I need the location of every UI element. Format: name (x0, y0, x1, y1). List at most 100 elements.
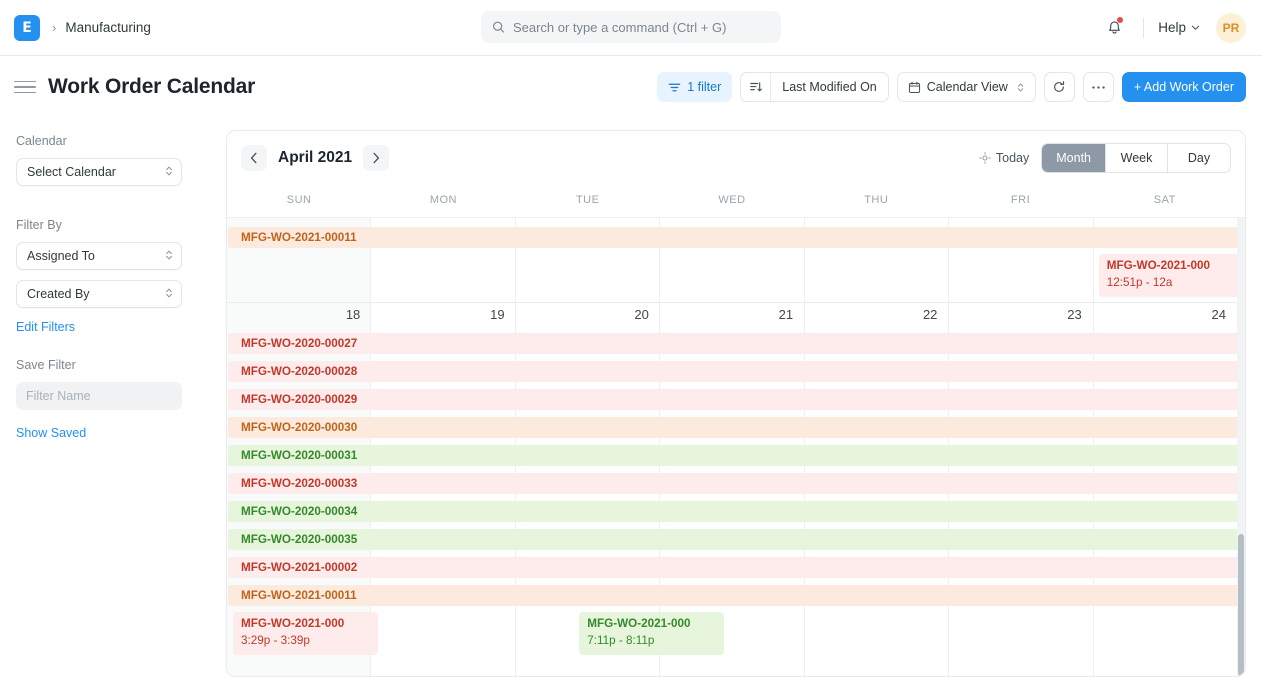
date-number-24[interactable]: 24 (1093, 302, 1237, 330)
calendar-event-title: MFG-WO-2021-00011 (241, 589, 357, 602)
calendar-event-bar[interactable]: MFG-WO-2020-00031 (228, 445, 1245, 466)
calendar-event-bar[interactable]: MFG-WO-2020-00027 (228, 333, 1245, 354)
notification-dot-badge (1117, 17, 1123, 23)
sort-field-button[interactable]: Last Modified On (771, 73, 888, 101)
calendar-event-timed[interactable]: MFG-WO-2021-00012:51p - 12a (1099, 254, 1244, 297)
navbar-divider (1143, 18, 1144, 38)
chevron-updown-icon (1016, 82, 1025, 93)
calendar-event-timed[interactable]: MFG-WO-2021-0007:11p - 8:11p (579, 612, 724, 655)
calendar-event-title: MFG-WO-2021-000 (1107, 258, 1238, 275)
calendar-event-bar[interactable]: MFG-WO-2020-00029 (228, 389, 1245, 410)
calendar-vertical-scrollbar[interactable] (1237, 218, 1245, 676)
calendar-event-bar[interactable]: MFG-WO-2020-00028 (228, 361, 1245, 382)
page-header-actions: 1 filter Last Modified On Calendar View (657, 72, 1246, 102)
calendar-event-title: MFG-WO-2020-00034 (241, 505, 357, 518)
help-label: Help (1158, 20, 1186, 35)
filter-name-input[interactable] (16, 382, 182, 410)
app-logo[interactable]: E (14, 15, 40, 41)
page-title: Work Order Calendar (48, 75, 255, 99)
notifications-button[interactable] (1097, 13, 1131, 43)
calendar-view-toggle-group: Month Week Day (1041, 143, 1231, 173)
next-month-button[interactable] (363, 145, 389, 171)
refresh-icon (1052, 80, 1066, 94)
calendar-event-title: MFG-WO-2020-00031 (241, 449, 357, 462)
breadcrumb-manufacturing[interactable]: Manufacturing (65, 20, 151, 35)
calendar-event-time: 12:51p - 12a (1107, 275, 1238, 292)
sort-direction-button[interactable] (741, 73, 771, 101)
refresh-button[interactable] (1044, 72, 1075, 102)
chevron-left-icon (250, 152, 258, 164)
date-number-20[interactable]: 20 (516, 302, 660, 330)
show-saved-link[interactable]: Show Saved (16, 426, 86, 440)
filter-by-label: Filter By (16, 218, 198, 232)
chevron-right-icon (372, 152, 380, 164)
date-number-21[interactable]: 21 (660, 302, 804, 330)
weekday-wed: WED (660, 185, 804, 217)
search-input[interactable] (513, 20, 770, 35)
date-number-22[interactable]: 22 (804, 302, 948, 330)
view-toggle-day[interactable]: Day (1168, 144, 1230, 172)
date-number-19[interactable]: 19 (371, 302, 515, 330)
calendar-event-row: MFG-WO-2020-00030 (227, 414, 1245, 442)
search-box[interactable] (481, 11, 781, 43)
calendar-event-row: MFG-WO-2020-00028 (227, 358, 1245, 386)
calendar-event-bar[interactable]: MFG-WO-2021-00002 (228, 557, 1245, 578)
calendar-event-row: MFG-WO-2021-00002 (227, 554, 1245, 582)
calendar-event-bar[interactable]: MFG-WO-2020-00030 (228, 417, 1245, 438)
edit-filters-link[interactable]: Edit Filters (16, 320, 75, 334)
add-work-order-button[interactable]: + Add Work Order (1122, 72, 1246, 102)
calendar-event-row: MFG-WO-2021-00011 (227, 224, 1245, 252)
calendar-event-row: MFG-WO-2020-00027 (227, 330, 1245, 358)
assigned-to-dropdown[interactable]: Assigned To (16, 242, 182, 270)
calendar-grid-scroll-area[interactable]: MFG-WO-2021-00011MFG-WO-2021-00012:51p -… (227, 218, 1245, 676)
weekday-sat: SAT (1093, 185, 1237, 217)
calendar-event-title: MFG-WO-2021-000 (587, 616, 718, 633)
weekday-mon: MON (371, 185, 515, 217)
date-number-23[interactable]: 23 (948, 302, 1092, 330)
calendar-scrollbar-thumb[interactable] (1238, 534, 1244, 676)
weekday-fri: FRI (948, 185, 1092, 217)
calendar-event-row: MFG-WO-2020-00034 (227, 498, 1245, 526)
calendar-event-bar[interactable]: MFG-WO-2020-00034 (228, 501, 1245, 522)
help-dropdown[interactable]: Help (1156, 16, 1202, 39)
today-button[interactable]: Today (979, 151, 1029, 165)
calendar-event-row: MFG-WO-2020-00031 (227, 442, 1245, 470)
navbar-right-actions: Help PR (1097, 13, 1246, 43)
top-navbar: E › Manufacturing Help PR (0, 0, 1262, 56)
more-options-button[interactable] (1083, 72, 1114, 102)
page-body: Calendar Select Calendar Filter By Assig… (0, 118, 1262, 677)
weekday-thu: THU (804, 185, 948, 217)
calendar-icon (908, 81, 921, 94)
calendar-event-bar[interactable]: MFG-WO-2020-00035 (228, 529, 1245, 550)
current-month-title: April 2021 (278, 149, 352, 167)
ellipsis-icon (1091, 85, 1106, 90)
date-number-row: 18192021222324 (227, 302, 1245, 330)
view-switcher-label: Calendar View (927, 80, 1008, 94)
user-avatar[interactable]: PR (1216, 13, 1246, 43)
filter-icon (668, 81, 681, 94)
weekday-tue: TUE (516, 185, 660, 217)
calendar-event-bar[interactable]: MFG-WO-2021-00011 (228, 585, 1245, 606)
select-calendar-dropdown[interactable]: Select Calendar (16, 158, 182, 186)
view-toggle-month[interactable]: Month (1042, 144, 1106, 172)
today-label: Today (996, 151, 1029, 165)
calendar-event-time: 3:29p - 3:39p (241, 633, 372, 650)
page-header: Work Order Calendar 1 filter Last Modifi… (0, 56, 1262, 118)
calendar-event-timed[interactable]: MFG-WO-2021-0003:29p - 3:39p (233, 612, 378, 655)
previous-month-button[interactable] (241, 145, 267, 171)
filter-count-label: 1 filter (687, 80, 721, 94)
view-toggle-week[interactable]: Week (1106, 144, 1168, 172)
calendar-event-row: MFG-WO-2020-00035 (227, 526, 1245, 554)
calendar-event-row: MFG-WO-2020-00029 (227, 386, 1245, 414)
view-switcher-button[interactable]: Calendar View (897, 72, 1036, 102)
calendar-event-title: MFG-WO-2020-00028 (241, 365, 357, 378)
calendar-event-bar[interactable]: MFG-WO-2021-00011 (228, 227, 1245, 248)
filter-count-button[interactable]: 1 filter (657, 72, 732, 102)
select-calendar-value: Select Calendar (27, 165, 116, 179)
created-by-dropdown[interactable]: Created By (16, 280, 182, 308)
date-number-18[interactable]: 18 (227, 302, 371, 330)
calendar-event-row: MFG-WO-2021-0003:29p - 3:39pMFG-WO-2021-… (227, 610, 1245, 657)
calendar-event-bar[interactable]: MFG-WO-2020-00033 (228, 473, 1245, 494)
app-logo-letter: E (22, 20, 32, 36)
sidebar-toggle-icon[interactable] (14, 81, 36, 94)
